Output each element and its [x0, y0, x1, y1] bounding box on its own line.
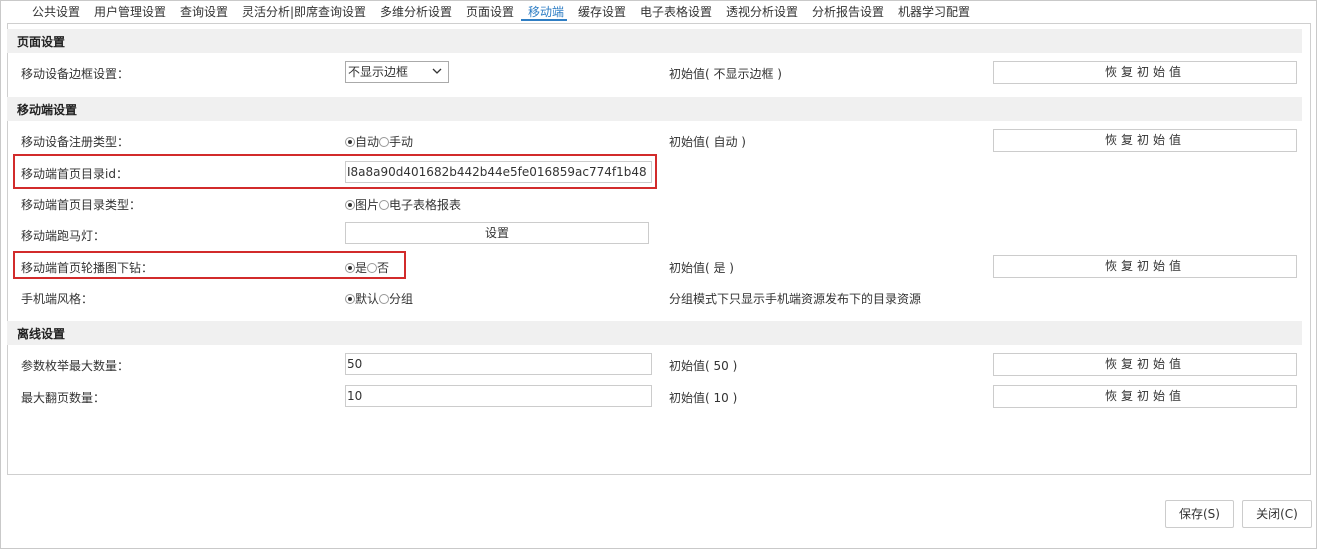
- tab-common[interactable]: 公共设置: [32, 3, 80, 20]
- section-title: 页面设置: [17, 35, 66, 49]
- section-title: 移动端设置: [17, 103, 78, 117]
- border-setting-label: 移动设备边框设置：: [21, 67, 130, 81]
- border-select[interactable]: 不显示边框: [345, 61, 449, 83]
- radio-image-label: 图片: [355, 198, 380, 212]
- radio-auto[interactable]: [345, 137, 355, 147]
- tab-page[interactable]: 页面设置: [466, 3, 514, 20]
- border-initial-value: 初始值( 不显示边框 ): [669, 67, 782, 81]
- section-title: 离线设置: [17, 327, 66, 341]
- save-button[interactable]: 保存(S): [1165, 500, 1234, 528]
- tab-report[interactable]: 分析报告设置: [812, 3, 884, 20]
- radio-no[interactable]: [367, 263, 378, 273]
- catalog-type-label: 移动端首页目录类型：: [21, 198, 142, 212]
- section-page-settings: 页面设置: [7, 29, 1302, 53]
- radio-no-label: 否: [377, 261, 390, 275]
- section-offline-settings: 离线设置: [7, 321, 1302, 345]
- tab-bar: 公共设置 用户管理设置 查询设置 灵活分析|即席查询设置 多维分析设置 页面设置…: [1, 1, 1316, 21]
- chevron-down-icon: [432, 68, 442, 74]
- restore-register-button[interactable]: 恢复初始值: [993, 129, 1297, 152]
- marquee-settings-button[interactable]: 设置: [345, 222, 649, 244]
- phone-style-note: 分组模式下只显示手机端资源发布下的目录资源: [669, 292, 922, 306]
- tab-pivot[interactable]: 透视分析设置: [726, 3, 798, 20]
- section-mobile-settings: 移动端设置: [7, 97, 1302, 121]
- radio-manual[interactable]: [379, 137, 390, 147]
- tab-adhoc-query[interactable]: 灵活分析|即席查询设置: [242, 3, 366, 20]
- radio-manual-label: 手动: [389, 135, 414, 149]
- phone-style-label: 手机端风格：: [21, 292, 94, 306]
- register-type-label: 移动设备注册类型：: [21, 135, 130, 149]
- radio-image[interactable]: [345, 200, 355, 210]
- tab-spreadsheet[interactable]: 电子表格设置: [640, 3, 712, 20]
- border-select-value: 不显示边框: [348, 65, 409, 79]
- tab-query[interactable]: 查询设置: [180, 3, 228, 20]
- max-pages-label: 最大翻页数量：: [21, 391, 106, 405]
- close-button[interactable]: 关闭(C): [1242, 500, 1312, 528]
- catalog-type-radio-group: 图片 电子表格报表: [345, 196, 461, 213]
- tab-ml[interactable]: 机器学习配置: [898, 3, 970, 20]
- radio-group[interactable]: [379, 294, 390, 304]
- tab-user-management[interactable]: 用户管理设置: [94, 3, 166, 20]
- restore-border-button[interactable]: 恢复初始值: [993, 61, 1297, 84]
- restore-carousel-button[interactable]: 恢复初始值: [993, 255, 1297, 278]
- carousel-initial-value: 初始值( 是 ): [669, 261, 734, 275]
- carousel-drill-label: 移动端首页轮播图下钻：: [21, 261, 154, 275]
- carousel-radio-group: 是否: [345, 259, 389, 276]
- tab-olap[interactable]: 多维分析设置: [380, 3, 452, 20]
- param-max-initial-value: 初始值( 50 ): [669, 359, 738, 373]
- radio-spreadsheet-label: 电子表格报表: [389, 198, 462, 212]
- radio-group-label: 分组: [389, 292, 414, 306]
- max-pages-input[interactable]: 10: [345, 385, 652, 407]
- tab-mobile[interactable]: 移动端: [528, 3, 564, 20]
- register-initial-value: 初始值( 自动 ): [669, 135, 746, 149]
- param-max-input[interactable]: 50: [345, 353, 652, 375]
- register-type-radio-group: 自动 手动: [345, 133, 413, 150]
- restore-param-max-button[interactable]: 恢复初始值: [993, 353, 1297, 376]
- catalog-id-label: 移动端首页目录id：: [21, 167, 128, 181]
- tab-cache[interactable]: 缓存设置: [578, 3, 626, 20]
- radio-default[interactable]: [345, 294, 355, 304]
- radio-spreadsheet[interactable]: [379, 200, 390, 210]
- catalog-id-input[interactable]: I8a8a90d401682b442b44e5fe016859ac774f1b4…: [345, 161, 652, 183]
- radio-yes[interactable]: [345, 263, 355, 273]
- max-pages-initial-value: 初始值( 10 ): [669, 391, 738, 405]
- active-tab-indicator: [521, 19, 567, 21]
- radio-yes-label: 是: [355, 261, 368, 275]
- radio-default-label: 默认: [355, 292, 380, 306]
- radio-auto-label: 自动: [355, 135, 380, 149]
- param-max-label: 参数枚举最大数量：: [21, 359, 130, 373]
- marquee-label: 移动端跑马灯：: [21, 229, 106, 243]
- restore-max-pages-button[interactable]: 恢复初始值: [993, 385, 1297, 408]
- phone-style-radio-group: 默认 分组: [345, 290, 413, 307]
- settings-window: 公共设置 用户管理设置 查询设置 灵活分析|即席查询设置 多维分析设置 页面设置…: [0, 0, 1317, 549]
